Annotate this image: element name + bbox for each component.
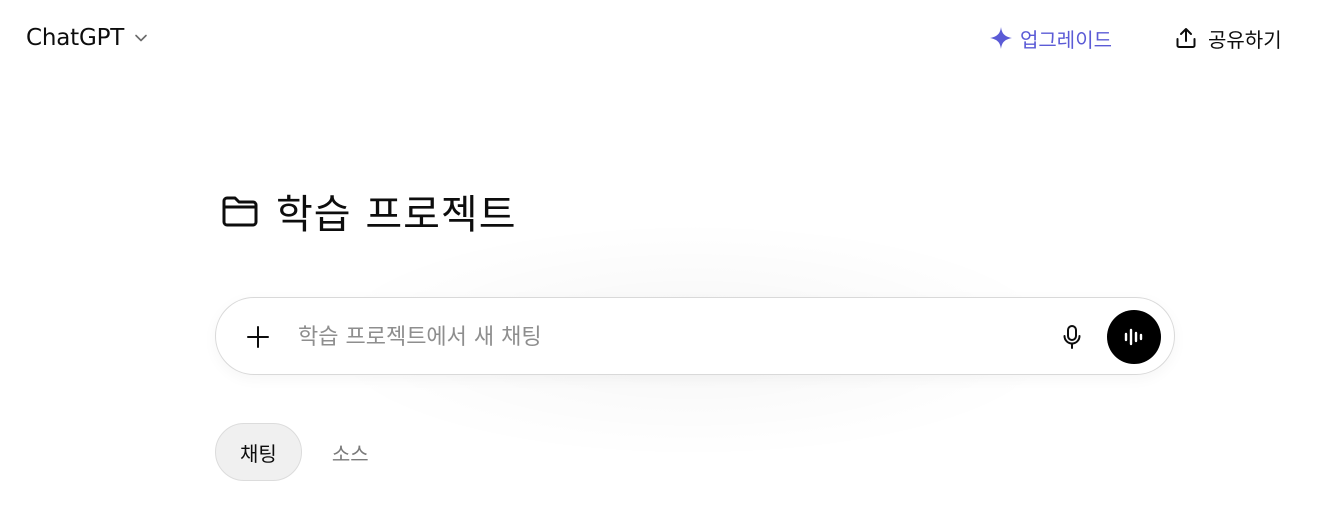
tab-label: 소스: [331, 441, 369, 466]
project-header: 학습 프로젝트: [220, 182, 517, 240]
share-button[interactable]: 공유하기: [1166, 20, 1290, 56]
tab-chats[interactable]: 채팅: [215, 423, 302, 481]
upgrade-label: 업그레이드: [1020, 27, 1112, 52]
add-attachment-button[interactable]: [240, 319, 276, 355]
page: ChatGPT 업그레이드 공유하기 학습 프로젝트 학습 프로젝트에서 새 채…: [0, 0, 1327, 515]
sparkle-icon: [988, 25, 1014, 51]
model-picker[interactable]: ChatGPT: [18, 20, 158, 56]
voice-mode-icon: [1121, 324, 1147, 350]
chevron-down-icon: [132, 29, 150, 47]
project-title: 학습 프로젝트: [276, 192, 517, 238]
voice-mode-button[interactable]: [1107, 310, 1161, 364]
share-label: 공유하기: [1208, 27, 1282, 52]
dictate-button[interactable]: [1054, 319, 1090, 355]
plus-icon: [246, 325, 270, 349]
tab-sources[interactable]: 소스: [308, 423, 393, 481]
chat-input[interactable]: [296, 316, 1040, 358]
tab-label: 채팅: [240, 441, 277, 466]
model-name: ChatGPT: [26, 25, 125, 51]
microphone-icon: [1060, 323, 1084, 351]
project-tabs: 채팅 소스: [215, 423, 393, 481]
folder-icon: [220, 193, 260, 229]
composer: [215, 297, 1175, 375]
upgrade-button[interactable]: 업그레이드: [980, 20, 1120, 56]
share-upload-icon: [1174, 26, 1198, 50]
